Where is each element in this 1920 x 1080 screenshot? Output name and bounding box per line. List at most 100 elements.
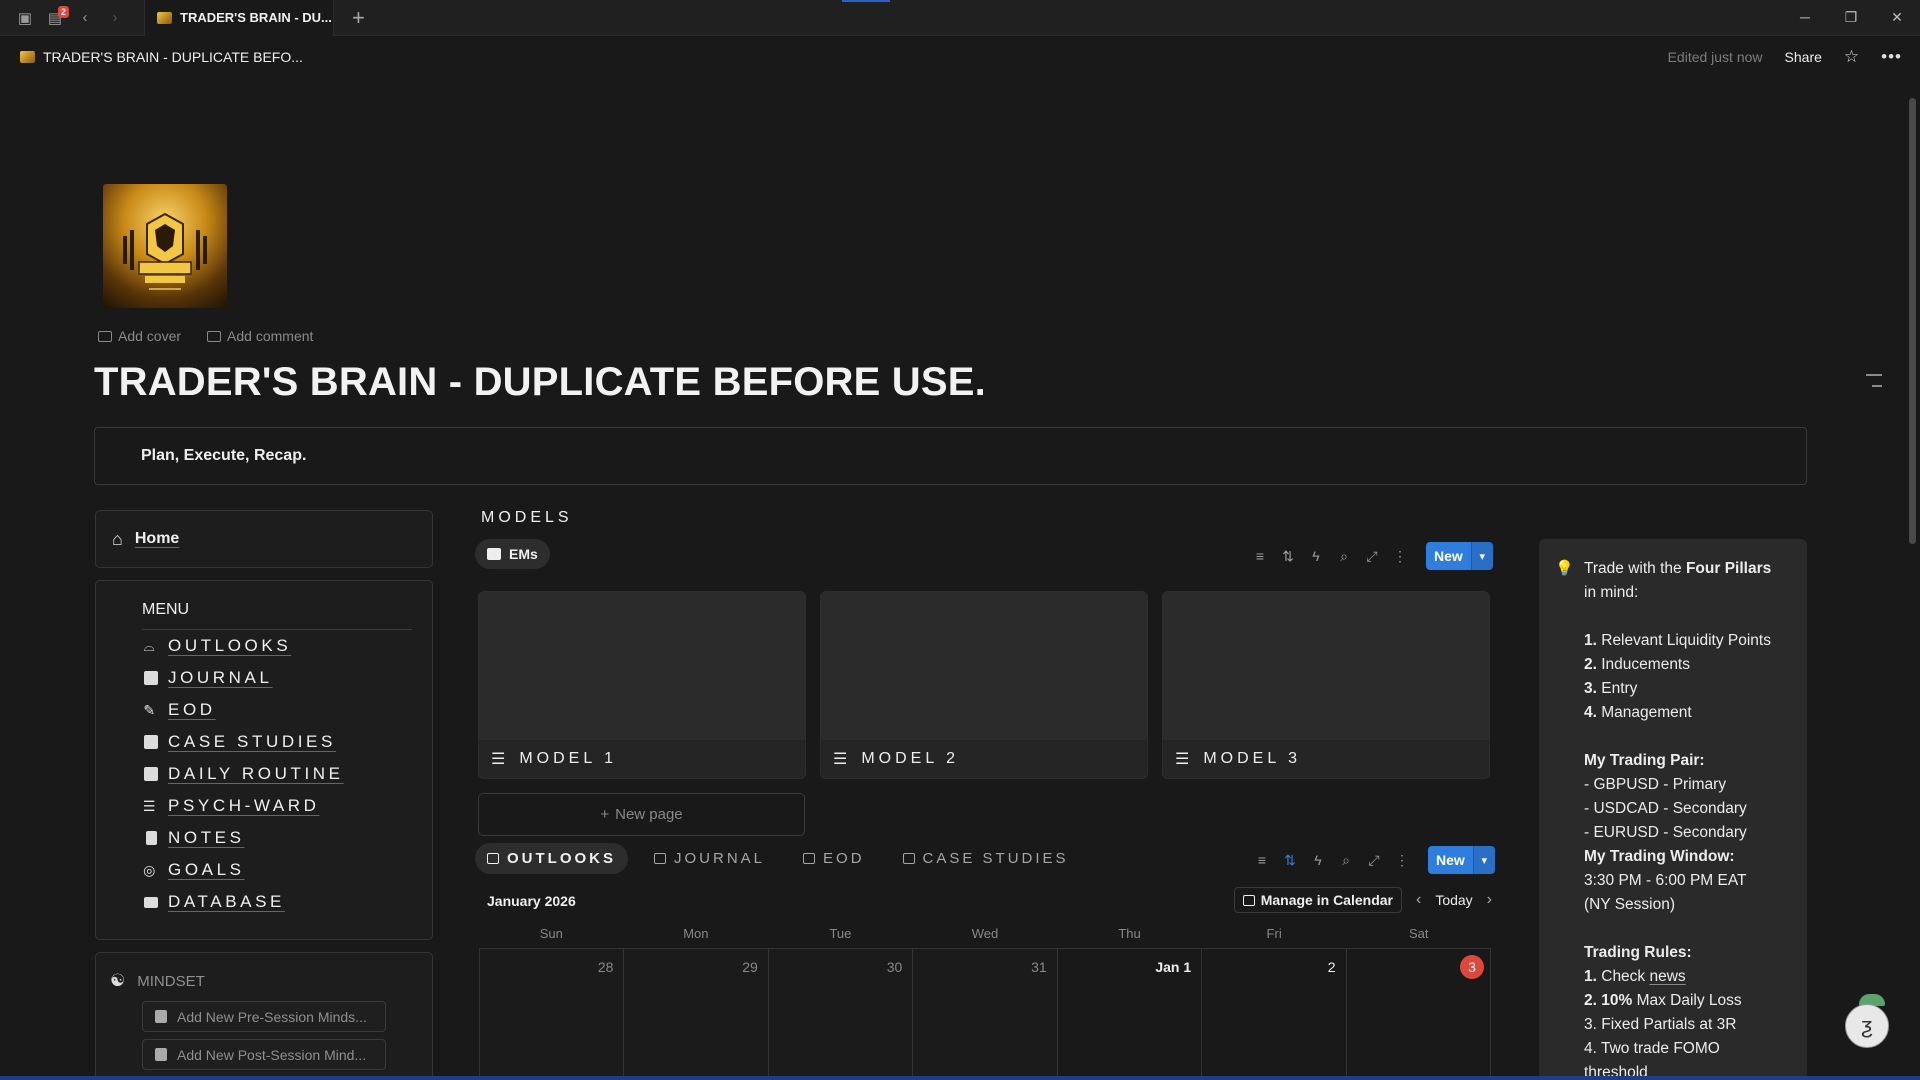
menu-item-case-studies[interactable]: CASE STUDIES [142,726,432,758]
rule-text: Check [1596,968,1650,985]
chevron-down-icon[interactable]: ▾ [1472,846,1495,874]
news-link[interactable]: news [1650,968,1686,985]
tab-eod[interactable]: EOD [791,843,877,874]
calendar-day-cell[interactable]: 30 [768,949,914,1080]
model-card-1[interactable]: ☰ MODEL 1 [478,591,806,779]
close-icon[interactable]: ✕ [1874,0,1920,34]
expand-icon[interactable]: ⤢ [1366,852,1382,869]
card-preview [1163,592,1489,740]
page-actions: Add cover Add comment [98,328,313,344]
add-comment-label: Add comment [227,328,314,344]
filter-icon[interactable]: ≡ [1254,852,1270,868]
new-label: New [1426,542,1471,570]
view-label: EMs [509,546,538,562]
menu-item-database[interactable]: DATABASE [142,886,432,918]
models-new-button[interactable]: New ▾ [1426,542,1493,570]
search-icon[interactable]: ⌕ [1336,548,1352,565]
notebook-icon [142,734,160,750]
calendar-day-cell[interactable]: Jan 1 [1057,949,1203,1080]
tagline-callout[interactable]: Plan, Execute, Recap. [94,427,1807,485]
share-button[interactable]: Share [1785,49,1822,65]
restore-icon[interactable]: ❐ [1828,0,1874,34]
tab-title: TRADER'S BRAIN - DU... [180,10,332,25]
browser-tab-active[interactable]: TRADER'S BRAIN - DU... [144,0,334,36]
back-arrow-icon[interactable]: ‹ [70,3,100,33]
settings-icon[interactable]: ⋮ [1394,852,1410,869]
calendar-day-cell[interactable]: 28 [480,949,625,1080]
button-label: Add New Post-Session Mind... [177,1046,367,1063]
tab-label: JOURNAL [674,850,766,867]
model-card-3[interactable]: ☰ MODEL 3 [1162,591,1490,779]
menu-item-notes[interactable]: NOTES [142,822,432,854]
page-icon-knight-logo[interactable] [103,184,227,308]
sort-icon[interactable]: ⇅ [1282,852,1298,869]
next-month-icon[interactable]: › [1487,891,1492,909]
minimize-icon[interactable]: ─ [1782,0,1828,34]
database-tabs: OUTLOOKS JOURNAL EOD CASE STUDIES [475,843,1081,874]
tagline-text: Plan, Execute, Recap. [141,447,307,464]
tab-outlooks[interactable]: OUTLOOKS [475,843,628,874]
page-favicon-icon [157,11,172,24]
model-card-2[interactable]: ☰ MODEL 2 [820,591,1148,779]
tab-case-studies[interactable]: CASE STUDIES [891,843,1081,874]
pillar-text: Entry [1596,680,1638,697]
star-icon[interactable]: ☆ [1844,47,1859,67]
scrollbar[interactable] [1909,98,1916,544]
tabs-overview-icon[interactable]: ▤ 2 [40,3,70,33]
add-post-session-button[interactable]: Add New Post-Session Mind... [142,1039,386,1070]
window-controls: ─ ❐ ✕ [1782,0,1920,34]
tab-count-badge: 2 [57,5,69,18]
today-button[interactable]: Today [1435,892,1472,908]
expand-icon[interactable]: ⤢ [1364,548,1380,565]
menu-item-daily-routine[interactable]: DAILY ROUTINE [142,758,432,790]
help-button[interactable]: ƺ [1845,1004,1889,1048]
chevron-down-icon[interactable]: ▾ [1470,542,1493,570]
pillar-number: 1. [1584,632,1597,649]
add-cover-button[interactable]: Add cover [98,328,181,344]
card-title: MODEL 2 [861,750,959,767]
settings-icon[interactable]: ⋮ [1392,548,1408,565]
plus-icon[interactable]: + [352,5,365,31]
add-pre-session-button[interactable]: Add New Pre-Session Minds... [142,1001,386,1032]
pillar-number: 3. [1584,680,1597,697]
manage-in-calendar-button[interactable]: Manage in Calendar [1233,887,1402,913]
add-comment-button[interactable]: Add comment [207,328,313,344]
menu-item-psych-ward[interactable]: ☰ PSYCH-WARD [142,790,432,822]
calendar-day-cell[interactable]: 29 [624,949,769,1080]
calendar-toolbar: ≡ ⇅ ϟ ⌕ ⤢ ⋮ New ▾ [1254,846,1495,874]
window-heading: My Trading Window: [1584,848,1735,865]
menu-item-goals[interactable]: ◎ GOALS [142,854,432,886]
automation-icon[interactable]: ϟ [1308,548,1324,564]
home-link[interactable]: ⌂ Home [95,510,433,568]
document-icon [142,830,160,846]
bottom-border [0,1076,1920,1080]
search-icon[interactable]: ⌕ [1338,852,1354,869]
page-title[interactable]: TRADER'S BRAIN - DUPLICATE BEFORE USE. [94,360,986,405]
notion-logo-icon[interactable]: ▣ [10,3,40,33]
view-tab-ems[interactable]: EMs [475,539,550,569]
weekday-label: Sun [539,926,563,941]
weekday-label: Thu [1118,926,1141,941]
new-page-button[interactable]: + New page [478,793,805,836]
card-preview [479,592,805,740]
tab-journal[interactable]: JOURNAL [642,843,777,874]
browser-tab-bar: ▣ ▤ 2 ‹ › TRADER'S BRAIN - DU... + ─ ❐ ✕ [0,0,1920,36]
menu-item-eod[interactable]: ✎ EOD [142,694,432,726]
menu-item-journal[interactable]: JOURNAL [142,662,432,694]
calendar-new-button[interactable]: New ▾ [1428,846,1495,874]
filter-icon[interactable]: ≡ [1252,548,1268,564]
callout-bold-text: Four Pillars [1685,560,1772,577]
forward-arrow-icon[interactable]: › [100,3,130,33]
calendar-day-cell[interactable]: 2 [1202,949,1347,1080]
more-options-icon[interactable]: ••• [1881,47,1902,67]
calendar-day-cell-today[interactable]: 3 [1346,949,1491,1080]
checklist-icon: ☰ [142,797,160,814]
menu-item-outlooks[interactable]: ⌓ OUTLOOKS [142,630,432,662]
breadcrumb[interactable]: TRADER'S BRAIN - DUPLICATE BEFO... [43,49,303,65]
automation-icon[interactable]: ϟ [1310,852,1326,868]
sort-icon[interactable]: ⇅ [1280,548,1296,565]
trading-rules-callout[interactable]: 💡 Trade with the Four Pillars in mind: 1… [1539,539,1807,1080]
table-of-contents-icon[interactable] [1866,374,1882,396]
calendar-day-cell[interactable]: 31 [913,949,1058,1080]
previous-month-icon[interactable]: ‹ [1416,891,1421,909]
